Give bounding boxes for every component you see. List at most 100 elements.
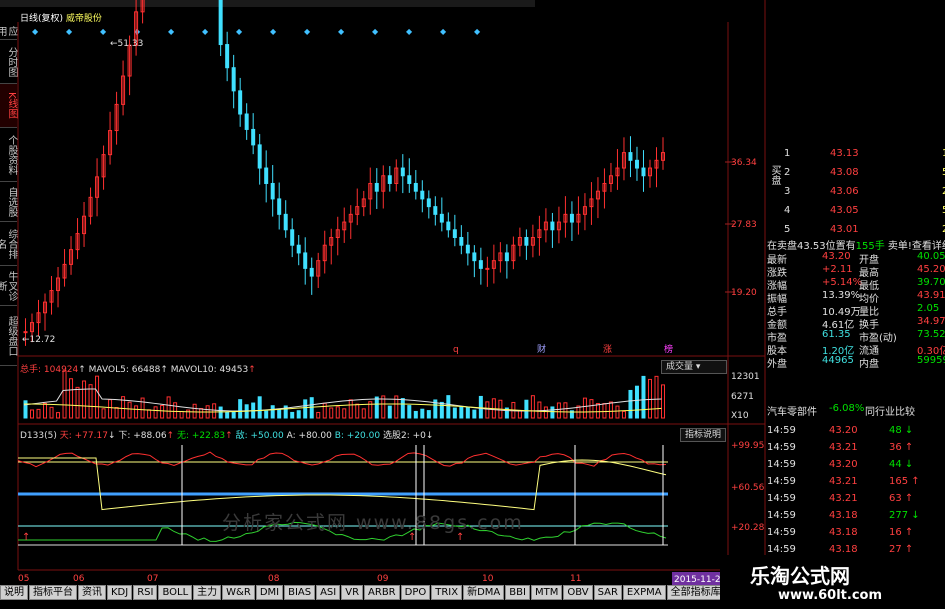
ind-axis-label: +20.28 xyxy=(731,523,765,533)
indicator-tab-4[interactable]: RSI xyxy=(133,585,158,600)
quote-row: 金额4.61亿换手34.97% xyxy=(767,316,945,331)
volume-bar xyxy=(472,409,477,419)
volume-bar xyxy=(426,410,431,419)
volume-bar xyxy=(218,406,223,419)
indicator-tab-7[interactable]: W&R xyxy=(222,585,255,600)
indicator-help-button[interactable]: 指标说明 xyxy=(680,428,727,442)
volume-bar xyxy=(517,410,522,419)
indicator-tab-20[interactable]: EXPMA xyxy=(622,585,666,600)
candle-body xyxy=(238,90,243,115)
volume-bar xyxy=(647,378,652,419)
volume-bar xyxy=(634,385,639,419)
candle-body xyxy=(641,167,646,177)
volume-bar xyxy=(621,410,626,419)
ind-axis-label: +60.56 xyxy=(731,483,765,493)
buy-arrow: ↑ xyxy=(22,532,30,543)
quote-row: 总手 10.49万 量比 2.05 xyxy=(767,303,940,318)
tick-row: 14:59 43.21 165 ↑ xyxy=(767,476,920,487)
indicator-tab-21[interactable]: 全部指标库 xyxy=(666,585,725,600)
volume-bar xyxy=(114,407,119,419)
signal-marker: ◆ xyxy=(202,27,209,36)
volume-bar xyxy=(134,405,139,419)
candle-body xyxy=(433,206,438,215)
candle-body xyxy=(251,128,256,146)
indicator-tab-8[interactable]: DMI xyxy=(255,585,284,600)
month-label: 09 xyxy=(377,574,389,584)
signal-marker: ◆ xyxy=(304,27,311,36)
indicator-tab-1[interactable]: 指标平台 xyxy=(29,585,77,600)
candle-body xyxy=(283,213,288,231)
volume-header: 总手: 104924↑ MAVOL5: 66488↑ MAVOL10: 4945… xyxy=(20,365,256,375)
indicator-tab-13[interactable]: DPO xyxy=(400,585,431,600)
candle-body xyxy=(459,237,464,246)
month-label: 10 xyxy=(482,574,494,584)
volume-bar xyxy=(400,398,405,419)
orderbook-row: 343.0628 xyxy=(784,186,945,197)
tick-row: 14:59 43.21 36 ↑ xyxy=(767,442,914,453)
candle-body xyxy=(485,267,490,270)
volume-bar xyxy=(654,375,659,419)
indicator-tab-10[interactable]: ASI xyxy=(316,585,341,600)
signal-marker: ◆ xyxy=(100,27,107,36)
volume-bar xyxy=(127,401,132,419)
indicator-tab-3[interactable]: KDJ xyxy=(107,585,133,600)
volume-bar xyxy=(413,410,418,419)
ind-yellow-line xyxy=(18,457,667,511)
quote-row: 涨跌 +2.11 最高 45.20 xyxy=(767,264,945,279)
indicator-tab-11[interactable]: VR xyxy=(341,585,364,600)
candle-body xyxy=(472,252,477,262)
volume-bar xyxy=(30,409,35,419)
indicator-tab-0[interactable]: 说明 xyxy=(0,585,28,600)
indicator-tab-bar: 说明 指标平台 资讯 KDJ RSI BOLL 主力 W&R DMI BIAS ASI VR ARBR D… xyxy=(0,585,761,602)
indicator-tab-12[interactable]: ARBR xyxy=(364,585,400,600)
watermark: 分析家公式网 www.88gs.com xyxy=(222,512,524,534)
ask-label: 买盘 xyxy=(769,165,780,185)
candle-body xyxy=(270,182,275,200)
orderbook-row: 143.1314 xyxy=(784,148,945,159)
volume-bar xyxy=(387,405,392,419)
volume-bar xyxy=(556,402,561,419)
volume-bar xyxy=(95,375,100,419)
candle-body xyxy=(413,182,418,192)
volume-bar xyxy=(348,399,353,419)
candle-body xyxy=(550,221,555,231)
volume-select[interactable]: 成交量 ▾ xyxy=(661,360,727,374)
volume-bar xyxy=(485,401,490,419)
indicator-tab-14[interactable]: TRIX xyxy=(431,585,463,600)
high-label: ←51.33 xyxy=(110,39,143,49)
candle-body xyxy=(478,260,483,269)
volume-bar xyxy=(303,399,308,419)
event-mark: 财 xyxy=(537,343,546,355)
indicator-tab-5[interactable]: BOLL xyxy=(158,585,193,600)
volume-bar xyxy=(69,378,74,419)
volume-bar xyxy=(329,407,334,419)
volume-bar xyxy=(257,396,262,419)
volume-bar xyxy=(147,409,152,419)
candle-body xyxy=(296,244,301,254)
volume-bar xyxy=(56,412,61,419)
candle-body xyxy=(218,0,223,46)
volume-bar xyxy=(238,399,243,419)
volume-bar xyxy=(478,395,483,419)
vol-axis-label: 12301 xyxy=(731,372,760,382)
indicator-tab-2[interactable]: 资讯 xyxy=(78,585,106,600)
volume-bar xyxy=(75,386,80,419)
volume-bar xyxy=(192,403,197,419)
orderbook-row: 443.055 xyxy=(784,205,945,216)
volume-bar xyxy=(88,384,93,419)
volume-bar xyxy=(36,408,41,419)
indicator-tab-18[interactable]: OBV xyxy=(563,585,593,600)
volume-bar xyxy=(277,408,282,419)
volume-bar xyxy=(446,395,451,419)
volume-bar xyxy=(43,403,48,419)
indicator-tab-6[interactable]: 主力 xyxy=(193,585,222,600)
indicator-tab-16[interactable]: BBI xyxy=(505,585,530,600)
volume-bar xyxy=(543,406,548,419)
quote-panel: 买盘 143.1314 243.085 343.0628 443.055 543.0128… xyxy=(767,143,945,555)
volume-bar xyxy=(595,403,600,419)
indicator-tab-15[interactable]: 新DMA xyxy=(463,585,505,600)
indicator-tab-17[interactable]: MTM xyxy=(530,585,563,600)
indicator-tab-19[interactable]: SAR xyxy=(593,585,622,600)
indicator-tab-9[interactable]: BIAS xyxy=(284,585,316,600)
signal-marker: ◆ xyxy=(270,27,277,36)
